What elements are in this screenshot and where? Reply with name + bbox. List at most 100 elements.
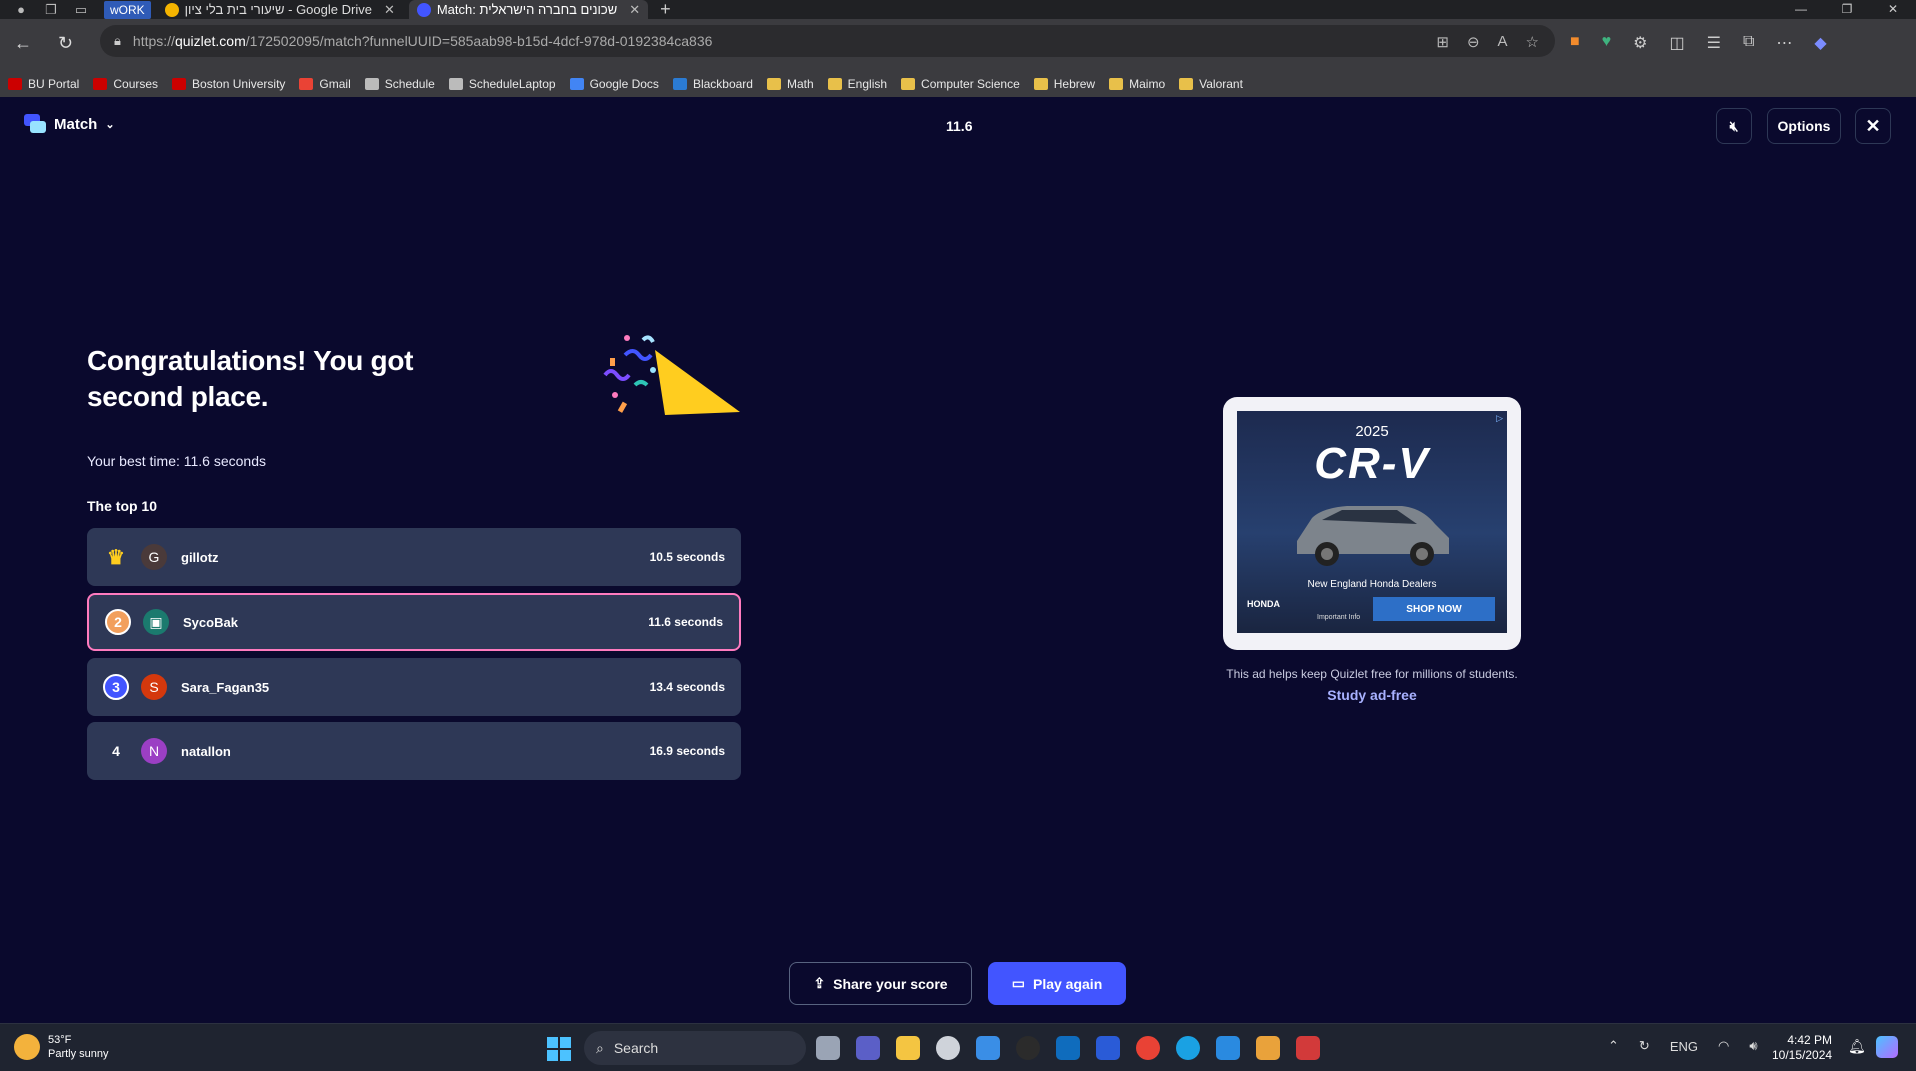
calendar-icon[interactable] — [1296, 1036, 1320, 1060]
bookmark-boston-university[interactable]: Boston University — [172, 77, 285, 91]
app-icon[interactable] — [1016, 1036, 1040, 1060]
share-score-button[interactable]: ⇪ Share your score — [789, 962, 972, 1005]
system-tray: ⌃ ↻ ENG ◠ 🔊︎ — [1608, 1038, 1758, 1054]
ad-container[interactable]: 2025 CR-V New England Honda Dealers HOND… — [1223, 397, 1521, 650]
app-icon[interactable] — [1256, 1036, 1280, 1060]
bitwarden-icon[interactable] — [1096, 1036, 1120, 1060]
read-aloud-icon[interactable]: A — [1498, 33, 1508, 51]
language-indicator[interactable]: ENG — [1670, 1039, 1698, 1054]
play-again-label: Play again — [1032, 975, 1103, 992]
tab-quizlet-match[interactable]: Match: שכונים בחברה הישראלית ✕ — [408, 0, 649, 19]
extensions-icon[interactable]: ⚙ — [1633, 33, 1647, 53]
avatar: N — [141, 738, 167, 764]
copilot-icon[interactable]: ◆ — [1814, 33, 1826, 53]
bookmark-math[interactable]: Math — [766, 77, 814, 91]
close-button[interactable]: ✕ — [1855, 108, 1891, 144]
player-time: 11.6 seconds — [648, 615, 723, 629]
mute-button[interactable]: 🔇︎ — [1716, 108, 1752, 144]
favorite-star-icon[interactable]: ☆ — [1526, 33, 1539, 51]
workspace-badge[interactable]: wORK — [104, 0, 151, 19]
clock-date: 10/15/2024 — [1772, 1048, 1833, 1062]
volume-icon[interactable]: 🔊︎ — [1749, 1038, 1757, 1054]
page-icon — [448, 78, 463, 90]
weather-widget[interactable]: 53°F Partly sunny — [14, 1033, 109, 1061]
zoom-icon[interactable]: ⊖ — [1467, 33, 1480, 51]
taskbar-search[interactable]: ⌕ Search — [584, 1031, 806, 1065]
player-time: 10.5 seconds — [649, 550, 725, 564]
more-icon[interactable]: ⋯ — [1776, 33, 1792, 53]
copilot-icon[interactable] — [1876, 1036, 1898, 1058]
task-view-icon[interactable] — [816, 1036, 840, 1060]
bookmark-google-docs[interactable]: Google Docs — [569, 77, 659, 91]
bookmark-schedulelaptop[interactable]: ScheduleLaptop — [448, 77, 556, 91]
bookmark-english[interactable]: English — [827, 77, 887, 91]
car-image — [1297, 506, 1449, 566]
best-time-text: Your best time: 11.6 seconds — [87, 453, 266, 469]
url-field[interactable]: 🔒︎ https:// quizlet.com /172502095/match… — [100, 25, 1555, 57]
bookmark-computer-science[interactable]: Computer Science — [901, 77, 1020, 91]
bookmark-schedule[interactable]: Schedule — [364, 77, 435, 91]
bookmark-label: Google Docs — [589, 77, 659, 91]
adchoices-icon[interactable]: ▷ — [1496, 413, 1503, 424]
profile-icon[interactable]: ● — [12, 1, 30, 19]
bookmark-bu-portal[interactable]: BU Portal — [8, 77, 79, 91]
edge-icon[interactable] — [1176, 1036, 1200, 1060]
sync-icon[interactable]: ↻ — [1639, 1038, 1650, 1054]
chrome-icon[interactable] — [1136, 1036, 1160, 1060]
tab-google-drive[interactable]: שיעורי בית בלי ציון - Google Drive ✕ — [157, 0, 403, 19]
notification-bell-icon[interactable]: 🔔︎ — [1848, 1038, 1866, 1055]
app-available-icon[interactable]: ⊞ — [1436, 33, 1449, 51]
bu-icon — [8, 78, 22, 90]
study-ad-free-link[interactable]: Study ad-free — [1150, 687, 1594, 703]
options-button[interactable]: Options — [1767, 108, 1841, 144]
bookmarks-bar: BU Portal Courses Boston University Gmail Sc… — [0, 71, 1916, 97]
chevron-up-icon[interactable]: ⌃ — [1608, 1038, 1619, 1054]
party-popper-icon — [603, 335, 740, 415]
extension-badge-icon[interactable]: ♥ — [1602, 33, 1612, 53]
close-icon[interactable]: ✕ — [384, 2, 395, 18]
play-again-button[interactable]: ▭ Play again — [988, 962, 1126, 1005]
workspaces-icon[interactable]: ❐ — [42, 1, 60, 19]
close-window-icon[interactable]: ✕ — [1870, 0, 1916, 19]
bookmark-gmail[interactable]: Gmail — [299, 77, 351, 91]
new-tab-icon[interactable]: + — [660, 0, 671, 20]
extension-icon[interactable]: ■ — [1570, 33, 1580, 53]
bookmark-valorant[interactable]: Valorant — [1179, 77, 1243, 91]
lock-icon: 🔒︎ — [114, 33, 121, 48]
restore-icon[interactable]: ❐ — [1824, 0, 1870, 19]
tab-label: Match: שכונים בחברה הישראלית — [436, 2, 618, 17]
favorites-icon[interactable]: ☰ — [1707, 33, 1721, 53]
bookmark-label: Valorant — [1199, 77, 1243, 91]
outlook-icon[interactable] — [1056, 1036, 1080, 1060]
taskbar-clock[interactable]: 4:42 PM 10/15/2024 — [1772, 1033, 1832, 1063]
collections-icon[interactable]: ⧉ — [1743, 33, 1754, 53]
clock-time: 4:42 PM — [1787, 1033, 1833, 1047]
bookmark-courses[interactable]: Courses — [93, 77, 158, 91]
mode-label: Match — [54, 115, 98, 133]
avatar: ▣ — [143, 609, 169, 635]
mode-selector[interactable]: Match ⌄ — [24, 114, 115, 134]
ad-shop-now-button[interactable]: SHOP NOW — [1373, 597, 1495, 621]
google-drive-icon — [164, 2, 179, 17]
teams-icon[interactable] — [856, 1036, 880, 1060]
start-button[interactable] — [547, 1037, 571, 1061]
file-explorer-icon[interactable] — [896, 1036, 920, 1060]
ad-creative[interactable]: 2025 CR-V New England Honda Dealers HOND… — [1237, 411, 1507, 633]
bookmark-label: Hebrew — [1053, 77, 1096, 91]
split-screen-icon[interactable]: ◫ — [1670, 33, 1685, 53]
tab-actions-icon[interactable]: ▭ — [72, 1, 90, 19]
back-icon[interactable]: ← — [14, 33, 32, 54]
ad-info-link[interactable]: Important Info — [1317, 614, 1360, 621]
close-icon[interactable]: ✕ — [629, 2, 640, 18]
minimize-icon[interactable]: — — [1778, 0, 1824, 19]
bookmark-hebrew[interactable]: Hebrew — [1033, 77, 1096, 91]
store-icon[interactable] — [976, 1036, 1000, 1060]
bookmark-maimo[interactable]: Maimo — [1109, 77, 1165, 91]
refresh-icon[interactable]: ↻ — [58, 33, 73, 54]
leaderboard-row: ♛ G gillotz 10.5 seconds — [87, 528, 741, 586]
vscode-icon[interactable] — [1216, 1036, 1240, 1060]
wifi-icon[interactable]: ◠ — [1718, 1038, 1729, 1054]
bookmark-blackboard[interactable]: Blackboard — [672, 77, 753, 91]
alienware-icon[interactable] — [936, 1036, 960, 1060]
search-placeholder: Search — [613, 1040, 659, 1056]
